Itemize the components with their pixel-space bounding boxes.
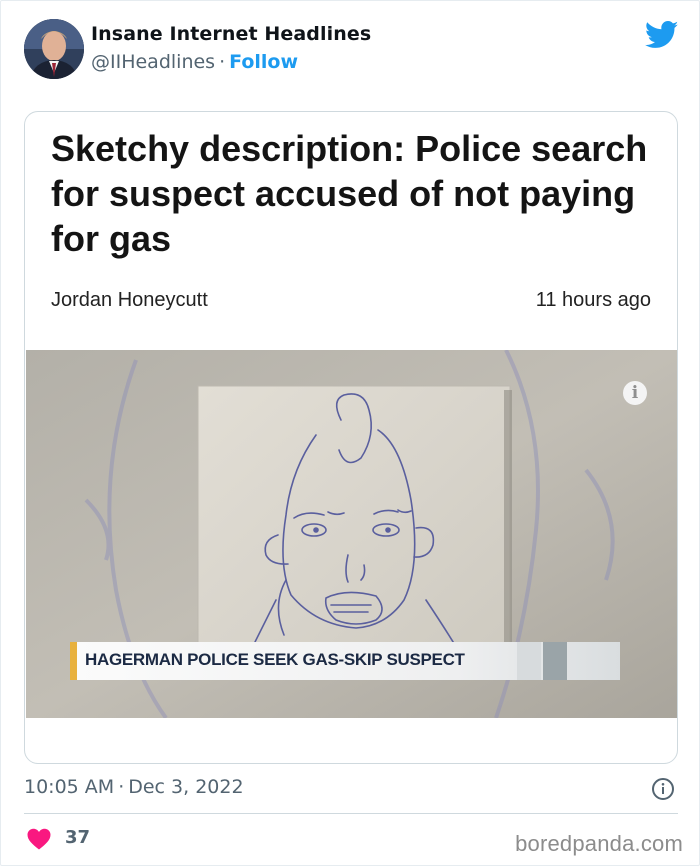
follow-button[interactable]: Follow <box>229 51 298 73</box>
tweet-card: Insane Internet Headlines @IIHeadlines · F… <box>0 0 700 866</box>
article-headline[interactable]: Sketchy description: Police search for s… <box>51 126 661 261</box>
lower-third-stripe <box>543 642 567 680</box>
article-photo[interactable]: i HAGERMAN POLICE SEEK GAS-SKIP SUSPECT <box>26 350 677 718</box>
timestamp-separator: · <box>118 776 125 798</box>
lower-third-stripe <box>517 642 541 680</box>
tweet-date: Dec 3, 2022 <box>128 776 244 798</box>
display-name[interactable]: Insane Internet Headlines <box>91 23 371 45</box>
article-byline: Jordan Honeycutt <box>51 289 208 311</box>
like-count[interactable]: 37 <box>65 827 90 848</box>
handle-row: @IIHeadlines · Follow <box>91 51 298 73</box>
footer-divider <box>24 813 678 814</box>
twitter-bird-icon[interactable] <box>645 21 679 49</box>
tweet-timestamp[interactable]: 10:05 AM · Dec 3, 2022 <box>24 776 244 798</box>
avatar-photo <box>24 19 84 79</box>
handle-separator: · <box>219 51 226 73</box>
info-circle-icon[interactable] <box>651 777 675 801</box>
article-card[interactable]: Sketchy description: Police search for s… <box>24 111 678 764</box>
article-timestamp: 11 hours ago <box>535 289 651 311</box>
lower-third-text: HAGERMAN POLICE SEEK GAS-SKIP SUSPECT <box>85 650 465 669</box>
image-info-icon[interactable]: i <box>623 381 647 405</box>
news-lower-third: HAGERMAN POLICE SEEK GAS-SKIP SUSPECT <box>70 642 620 680</box>
heart-icon[interactable] <box>27 828 51 850</box>
avatar[interactable] <box>24 19 84 79</box>
user-handle[interactable]: @IIHeadlines <box>91 51 215 73</box>
tweet-time: 10:05 AM <box>24 776 115 798</box>
boredpanda-watermark: boredpanda.com <box>515 831 683 856</box>
